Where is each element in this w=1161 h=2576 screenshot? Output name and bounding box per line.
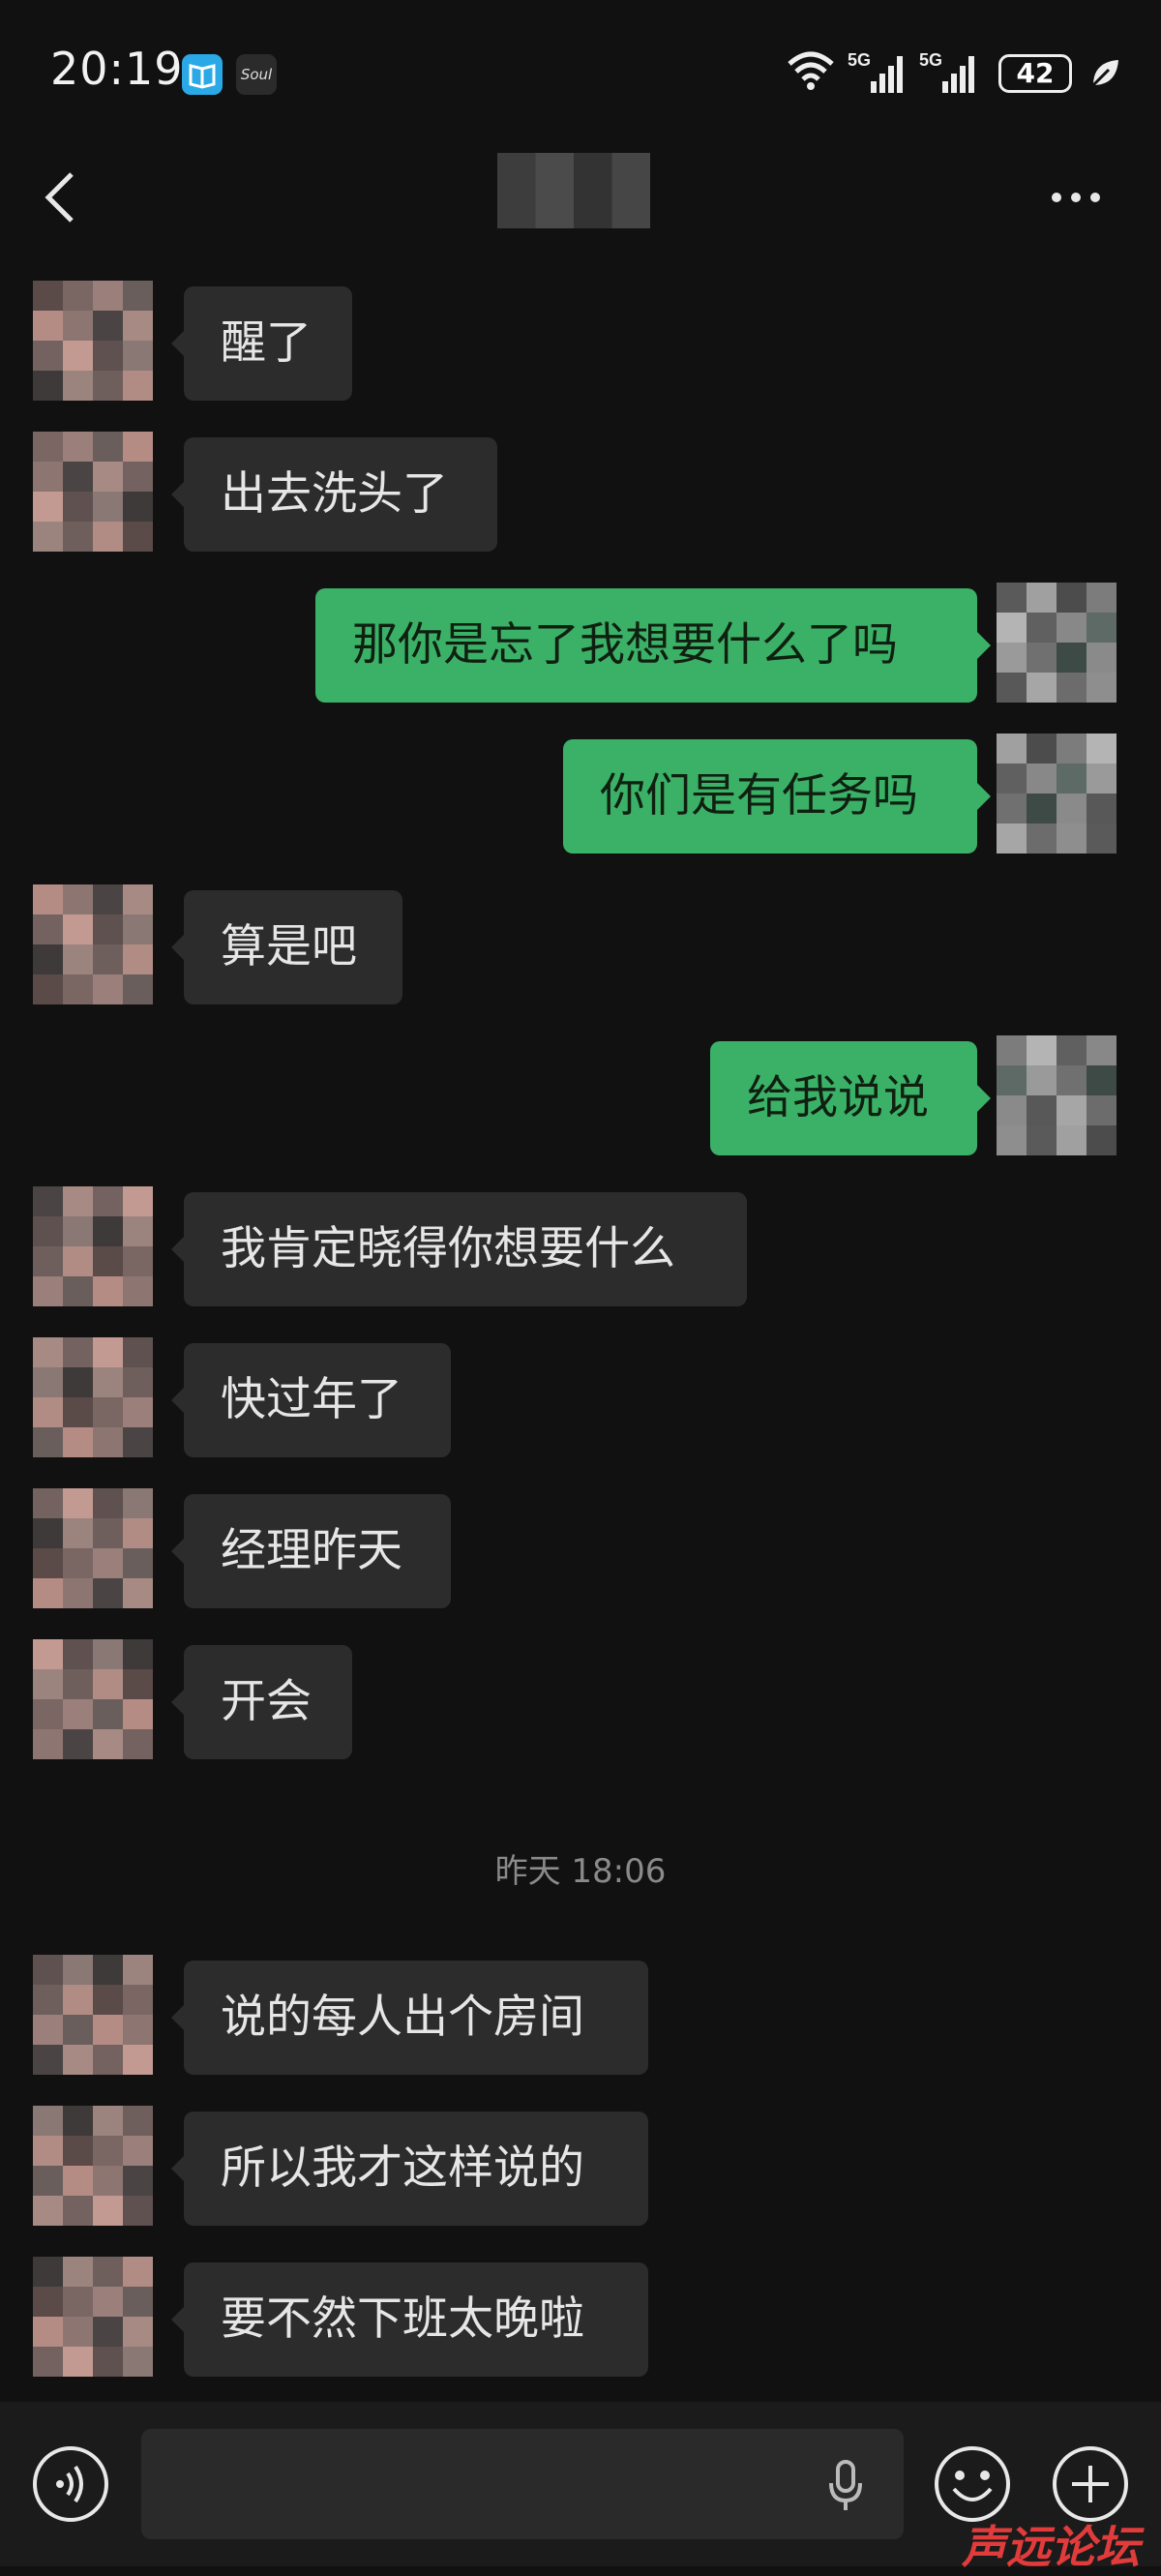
status-time: 20:19 [50, 43, 184, 95]
incoming-message-bubble[interactable]: 我肯定晓得你想要什么 [184, 1192, 747, 1306]
battery-indicator: 42 [998, 54, 1072, 93]
incoming-message-bubble[interactable]: 开会 [184, 1645, 352, 1759]
svg-text:5G: 5G [848, 50, 871, 70]
bubble-tail [171, 2004, 185, 2031]
message-timestamp: 昨天 18:06 [494, 1852, 667, 1891]
contact-avatar[interactable] [33, 1186, 153, 1306]
message-input[interactable] [141, 2429, 904, 2539]
outgoing-message-bubble[interactable]: 那你是忘了我想要什么了吗 [315, 588, 977, 703]
contact-avatar[interactable] [33, 432, 153, 552]
contact-name-blurred [497, 153, 650, 228]
soul-app-icon: Soul [236, 54, 277, 95]
contact-avatar[interactable] [33, 1955, 153, 2075]
cellular-signal-2-icon: 5G [919, 48, 981, 99]
bubble-tail [171, 481, 185, 508]
contact-avatar[interactable] [33, 1639, 153, 1759]
incoming-message-bubble[interactable]: 所以我才这样说的 [184, 2112, 648, 2226]
bubble-tail [171, 330, 185, 357]
contact-avatar[interactable] [33, 884, 153, 1004]
my-avatar[interactable] [997, 1035, 1116, 1155]
voice-toggle-icon[interactable] [31, 2444, 110, 2524]
svg-text:5G: 5G [919, 50, 942, 70]
contact-avatar[interactable] [33, 1337, 153, 1457]
contact-avatar[interactable] [33, 2257, 153, 2377]
outgoing-message-bubble[interactable]: 你们是有任务吗 [563, 739, 977, 854]
microphone-icon[interactable] [828, 2460, 863, 2512]
bubble-tail [171, 934, 185, 961]
outgoing-message-bubble[interactable]: 给我说说 [710, 1041, 977, 1155]
my-avatar[interactable] [997, 583, 1116, 703]
watermark: 声远论坛 [962, 2521, 1140, 2573]
leaf-icon [1091, 60, 1118, 87]
bubble-tail [977, 783, 991, 810]
bubble-tail [171, 1236, 185, 1263]
incoming-message-bubble[interactable]: 算是吧 [184, 890, 402, 1004]
contact-avatar[interactable] [33, 1488, 153, 1608]
bubble-tail [171, 1387, 185, 1414]
contact-avatar[interactable] [33, 2106, 153, 2226]
incoming-message-bubble[interactable]: 说的每人出个房间 [184, 1961, 648, 2075]
incoming-message-bubble[interactable]: 醒了 [184, 286, 352, 401]
bubble-tail [171, 1538, 185, 1565]
incoming-message-bubble[interactable]: 出去洗头了 [184, 437, 497, 552]
incoming-message-bubble[interactable]: 要不然下班太晚啦 [184, 2262, 648, 2377]
bubble-tail [977, 632, 991, 659]
more-dots-icon[interactable] [1049, 190, 1103, 205]
incoming-message-bubble[interactable]: 快过年了 [184, 1343, 451, 1457]
bubble-tail [171, 2306, 185, 2333]
incoming-message-bubble[interactable]: 经理昨天 [184, 1494, 451, 1608]
bubble-tail [171, 2155, 185, 2182]
book-app-icon [182, 54, 223, 95]
bubble-tail [977, 1085, 991, 1112]
contact-avatar[interactable] [33, 281, 153, 401]
status-bar: 20:19 Soul 5G 5G 42 [0, 0, 1161, 145]
bubble-tail [171, 1689, 185, 1716]
cellular-signal-1-icon: 5G [848, 48, 909, 99]
back-chevron-icon[interactable] [43, 170, 77, 225]
wifi-icon [788, 51, 834, 90]
my-avatar[interactable] [997, 734, 1116, 854]
